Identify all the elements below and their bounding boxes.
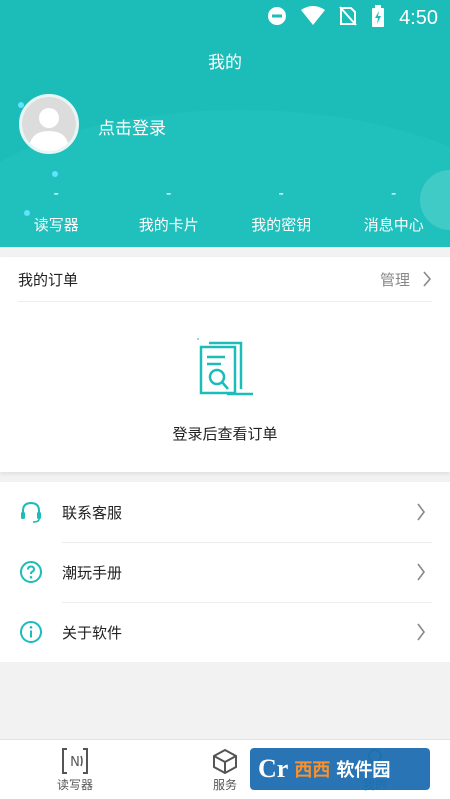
stat-value: - bbox=[278, 184, 284, 202]
menu-item-about[interactable]: 关于软件 bbox=[0, 602, 450, 662]
login-link[interactable]: 点击登录 bbox=[98, 114, 166, 139]
nfc-reader-icon: N bbox=[62, 748, 88, 774]
svg-text:N: N bbox=[70, 755, 80, 770]
nav-label: 服务 bbox=[212, 778, 237, 792]
status-bar: 4:50 bbox=[0, 0, 450, 36]
watermark-mark: Cr bbox=[258, 754, 289, 783]
stat-label: 我的密钥 bbox=[251, 216, 312, 234]
chevron-right-icon bbox=[417, 623, 425, 641]
headset-icon bbox=[21, 501, 41, 523]
watermark-text: 西西 bbox=[294, 760, 331, 781]
orders-empty-text: 登录后查看订单 bbox=[172, 425, 278, 443]
stat-messages[interactable]: - 消息中心 bbox=[338, 182, 450, 242]
menu-item-label: 潮玩手册 bbox=[62, 563, 123, 582]
question-icon bbox=[20, 561, 42, 583]
battery-charging-icon bbox=[371, 5, 385, 31]
profile-header: 4:50 我的 点击登录 - 读写器 - 我的卡片 - 我的密钥 - 消息中心 bbox=[0, 0, 450, 247]
orders-empty-state: 登录后查看订单 bbox=[0, 337, 450, 444]
manage-label: 管理 bbox=[379, 270, 410, 289]
menu-item-label: 关于软件 bbox=[62, 623, 123, 642]
stat-value: - bbox=[166, 184, 172, 202]
stat-label: 我的卡片 bbox=[138, 216, 199, 234]
info-icon bbox=[20, 621, 42, 643]
chevron-right-icon bbox=[417, 503, 425, 521]
menu-item-customer-service[interactable]: 联系客服 bbox=[0, 482, 450, 542]
order-search-icon bbox=[197, 338, 253, 396]
site-watermark-logo: Cr 西西 软件园 bbox=[250, 748, 430, 790]
status-time: 4:50 bbox=[399, 6, 438, 29]
do-not-disturb-icon bbox=[267, 6, 287, 30]
orders-header: 我的订单 管理 bbox=[18, 257, 432, 302]
stat-readers[interactable]: - 读写器 bbox=[0, 182, 113, 242]
orders-title: 我的订单 bbox=[18, 270, 79, 289]
header-dot-decoration bbox=[52, 171, 58, 177]
stat-label: 读写器 bbox=[33, 216, 79, 234]
nav-label: 读写器 bbox=[56, 778, 93, 792]
stat-value: - bbox=[53, 184, 59, 202]
watermark-text: 软件园 bbox=[336, 760, 391, 781]
stat-cards[interactable]: - 我的卡片 bbox=[113, 182, 226, 242]
person-icon bbox=[22, 97, 76, 151]
avatar[interactable] bbox=[19, 94, 79, 154]
stat-keys[interactable]: - 我的密钥 bbox=[225, 182, 338, 242]
page-title: 我的 bbox=[208, 53, 242, 73]
stat-value: - bbox=[391, 184, 397, 202]
stat-label: 消息中心 bbox=[363, 216, 424, 234]
orders-card: 我的订单 管理 登录后查看订单 bbox=[0, 257, 450, 472]
stats-row: - 读写器 - 我的卡片 - 我的密钥 - 消息中心 bbox=[0, 182, 450, 242]
wifi-icon bbox=[301, 6, 326, 30]
chevron-right-icon bbox=[417, 563, 425, 581]
no-signal-icon bbox=[339, 6, 357, 30]
settings-menu: 联系客服 潮玩手册 关于软件 bbox=[0, 482, 450, 662]
nav-item-reader[interactable]: N 读写器 bbox=[0, 740, 150, 799]
menu-item-label: 联系客服 bbox=[62, 503, 123, 522]
orders-manage-button[interactable]: 管理 bbox=[380, 269, 432, 290]
chevron-right-icon bbox=[423, 271, 432, 287]
menu-item-handbook[interactable]: 潮玩手册 bbox=[0, 542, 450, 602]
cube-icon bbox=[213, 748, 237, 774]
